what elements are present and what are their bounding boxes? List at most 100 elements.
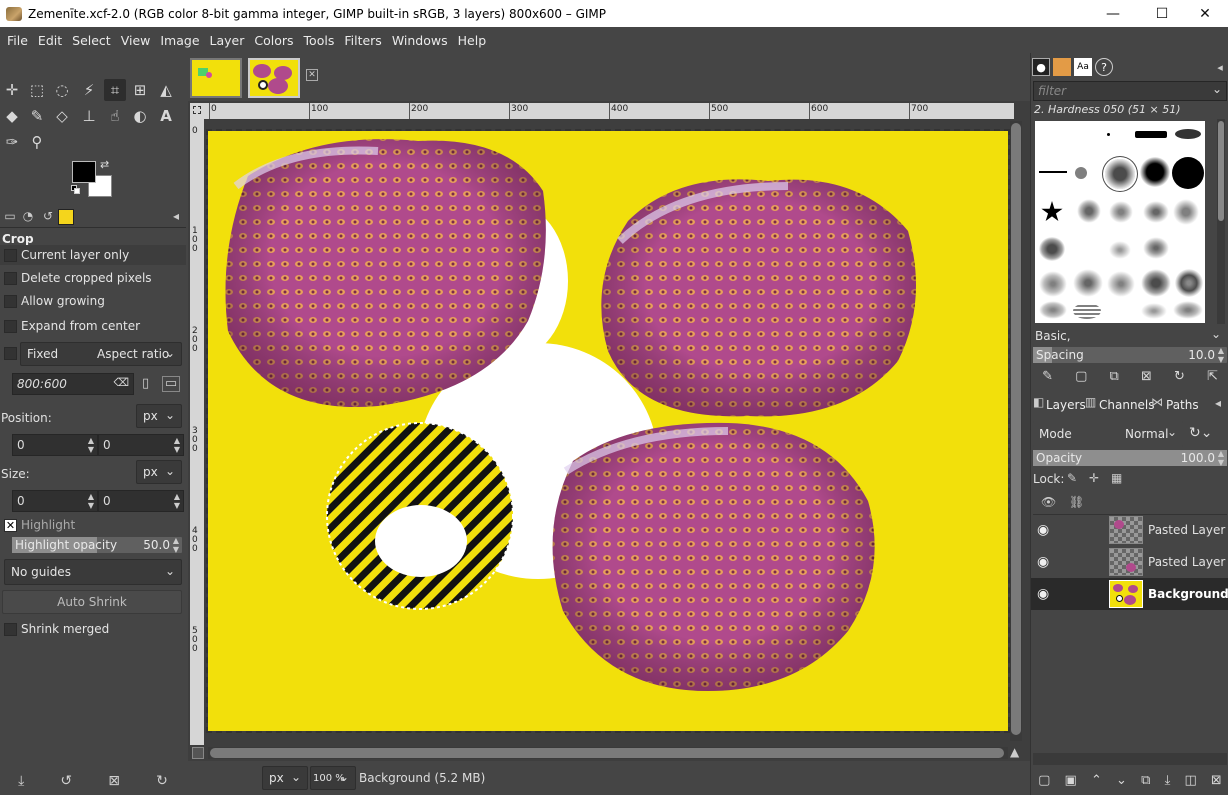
reset-options-icon[interactable]: ↻ — [156, 773, 168, 789]
layer-row[interactable]: ◉ Pasted Layer #1 — [1031, 514, 1228, 546]
paintbrush-tool-icon[interactable]: ✎ — [26, 105, 48, 127]
unit-select[interactable]: px ⌄ — [262, 766, 308, 790]
color-picker-tool-icon[interactable]: ✑ — [1, 131, 23, 153]
image-canvas[interactable] — [206, 129, 1010, 733]
vertical-ruler[interactable]: 0 1 0 0 2 0 0 3 0 0 4 0 0 5 0 0 — [190, 119, 204, 745]
zoom-on-resize-icon[interactable]: ▲ — [1010, 745, 1019, 759]
shrink-merged-option[interactable]: Shrink merged — [0, 619, 186, 639]
restore-options-icon[interactable]: ↺ — [60, 773, 72, 789]
text-tool-icon[interactable]: A — [155, 105, 177, 127]
images-tab-icon[interactable] — [58, 209, 74, 225]
lasso-tool-icon[interactable]: ◌ — [51, 79, 73, 101]
crop-tool-icon[interactable]: ⌗ — [104, 79, 126, 101]
maximize-button[interactable]: ☐ — [1139, 0, 1185, 27]
layers-scrollbar[interactable] — [1033, 753, 1227, 765]
brush-tag-select[interactable]: Basic, ⌄ — [1033, 326, 1227, 346]
open-brush-icon[interactable]: ⇱ — [1207, 369, 1218, 384]
vertical-scrollbar[interactable] — [1010, 121, 1022, 741]
save-options-icon[interactable]: ⤓ — [18, 773, 24, 789]
new-group-icon[interactable]: ▣ — [1065, 773, 1077, 788]
smudge-tool-icon[interactable]: ☝ — [104, 105, 126, 127]
fixed-checkbox[interactable] — [4, 347, 17, 360]
new-brush-icon[interactable]: ▢ — [1075, 369, 1087, 384]
quick-mask-corner-icon[interactable] — [190, 103, 204, 119]
canvas-area[interactable]: 0 100 200 300 400 500 600 700 0 1 0 0 2 … — [188, 101, 1030, 761]
zoom-tool-icon[interactable]: ⚲ — [26, 131, 48, 153]
paths-tab-icon[interactable]: ⋈ — [1151, 395, 1163, 409]
highlight-opacity-slider[interactable]: Highlight opacity 50.0 ▲ ▼ — [12, 536, 182, 554]
expand-from-center-checkbox[interactable] — [4, 319, 17, 333]
composite-mode-icon[interactable]: ↻⌄ — [1189, 425, 1212, 441]
aspect-ratio-input[interactable]: 800:600 ⌫ — [12, 373, 134, 395]
lower-layer-icon[interactable]: ⌄ — [1116, 773, 1127, 788]
zoom-select[interactable]: 100 % ⌄ — [310, 766, 356, 790]
dodge-tool-icon[interactable]: ◐ — [129, 105, 151, 127]
horizontal-scrollbar[interactable] — [208, 747, 1008, 759]
guides-select[interactable]: No guides ⌄ — [4, 559, 182, 585]
landscape-icon[interactable]: ▭ — [162, 376, 180, 392]
brush-filter-input[interactable]: filter ⌄ — [1033, 81, 1227, 101]
shrink-merged-checkbox[interactable] — [4, 622, 17, 636]
tool-options-tab-icon[interactable]: ▭ — [2, 209, 18, 225]
current-layer-only-checkbox[interactable] — [4, 248, 17, 262]
transform-tool-icon[interactable]: ⊞ — [129, 79, 151, 101]
undo-history-tab-icon[interactable]: ↺ — [40, 209, 56, 225]
lock-pixels-icon[interactable]: ✎ — [1067, 471, 1077, 485]
spin-arrows-icon[interactable]: ▲ ▼ — [86, 436, 96, 454]
size-h-input[interactable]: 0 ▲ ▼ — [98, 490, 184, 512]
tab-paths[interactable]: Paths — [1166, 398, 1199, 412]
menu-windows[interactable]: Windows — [387, 33, 453, 48]
duplicate-brush-icon[interactable]: ⧉ — [1110, 369, 1119, 384]
delete-cropped-option[interactable]: Delete cropped pixels — [0, 268, 186, 288]
menu-tools[interactable]: Tools — [299, 33, 340, 48]
device-status-tab-icon[interactable]: ◔ — [20, 209, 36, 225]
position-x-input[interactable]: 0 ▲ ▼ — [12, 434, 98, 456]
menu-select[interactable]: Select — [67, 33, 116, 48]
brush-scrollbar[interactable] — [1217, 119, 1225, 324]
close-button[interactable]: ✕ — [1182, 0, 1228, 27]
spin-arrows-icon[interactable]: ▲ ▼ — [1216, 449, 1226, 467]
help-tab-icon[interactable]: ? — [1095, 58, 1113, 76]
eye-icon[interactable]: ◉ — [1037, 554, 1049, 570]
expand-from-center-option[interactable]: Expand from center — [0, 316, 186, 336]
channels-tab-icon[interactable]: ▥ — [1085, 395, 1096, 409]
brush-spacing-slider[interactable]: Spacing 10.0 ▲ ▼ — [1033, 346, 1227, 364]
rect-select-tool-icon[interactable]: ⬚ — [26, 79, 48, 101]
lock-position-icon[interactable]: ✛ — [1089, 471, 1099, 485]
eye-icon[interactable]: ◉ — [1037, 522, 1049, 538]
allow-growing-checkbox[interactable] — [4, 294, 17, 308]
merge-down-icon[interactable]: ⤓ — [1165, 773, 1171, 788]
delete-cropped-checkbox[interactable] — [4, 271, 17, 285]
tab-channels[interactable]: Channels — [1099, 398, 1155, 412]
menu-image[interactable]: Image — [155, 33, 204, 48]
patterns-tab-icon[interactable] — [1053, 58, 1071, 76]
clear-field-icon[interactable]: ⌫ — [113, 376, 129, 389]
swap-colors-icon[interactable]: ⇄ — [100, 158, 109, 171]
layers-tab-icon[interactable]: ◧ — [1033, 395, 1047, 411]
duplicate-layer-icon[interactable]: ⧉ — [1141, 773, 1150, 788]
navigate-icon[interactable] — [192, 747, 204, 759]
auto-shrink-button[interactable]: Auto Shrink — [2, 590, 182, 614]
spin-arrows-icon[interactable]: ▲ ▼ — [172, 492, 182, 510]
menu-view[interactable]: View — [116, 33, 156, 48]
position-y-input[interactable]: 0 ▲ ▼ — [98, 434, 184, 456]
brush-grid[interactable] — [1035, 121, 1205, 323]
layer-row[interactable]: ◉ Pasted Layer — [1031, 546, 1228, 578]
delete-layer-icon[interactable]: ⊠ — [1211, 773, 1222, 788]
position-unit-select[interactable]: px ⌄ — [136, 404, 182, 428]
current-layer-only-option[interactable]: Current layer only — [0, 245, 186, 265]
eraser-tool-icon[interactable]: ◇ — [51, 105, 73, 127]
layer-row-selected[interactable]: ◉ Background — [1031, 578, 1228, 610]
spin-arrows-icon[interactable]: ▲ ▼ — [171, 536, 181, 554]
refresh-brushes-icon[interactable]: ↻ — [1174, 369, 1185, 384]
allow-growing-option[interactable]: Allow growing — [0, 291, 186, 311]
size-w-input[interactable]: 0 ▲ ▼ — [12, 490, 98, 512]
menu-help[interactable]: Help — [453, 33, 492, 48]
fonts-tab-icon[interactable]: Aa — [1074, 58, 1092, 76]
layer-mode-select[interactable]: Mode Normal ⌄ — [1033, 421, 1183, 447]
move-tool-icon[interactable]: ✛ — [1, 79, 23, 101]
bucket-fill-tool-icon[interactable]: ◆ — [1, 105, 23, 127]
menu-edit[interactable]: Edit — [33, 33, 67, 48]
highlight-option[interactable]: ✕ Highlight — [0, 515, 186, 535]
menu-file[interactable]: File — [2, 33, 33, 48]
